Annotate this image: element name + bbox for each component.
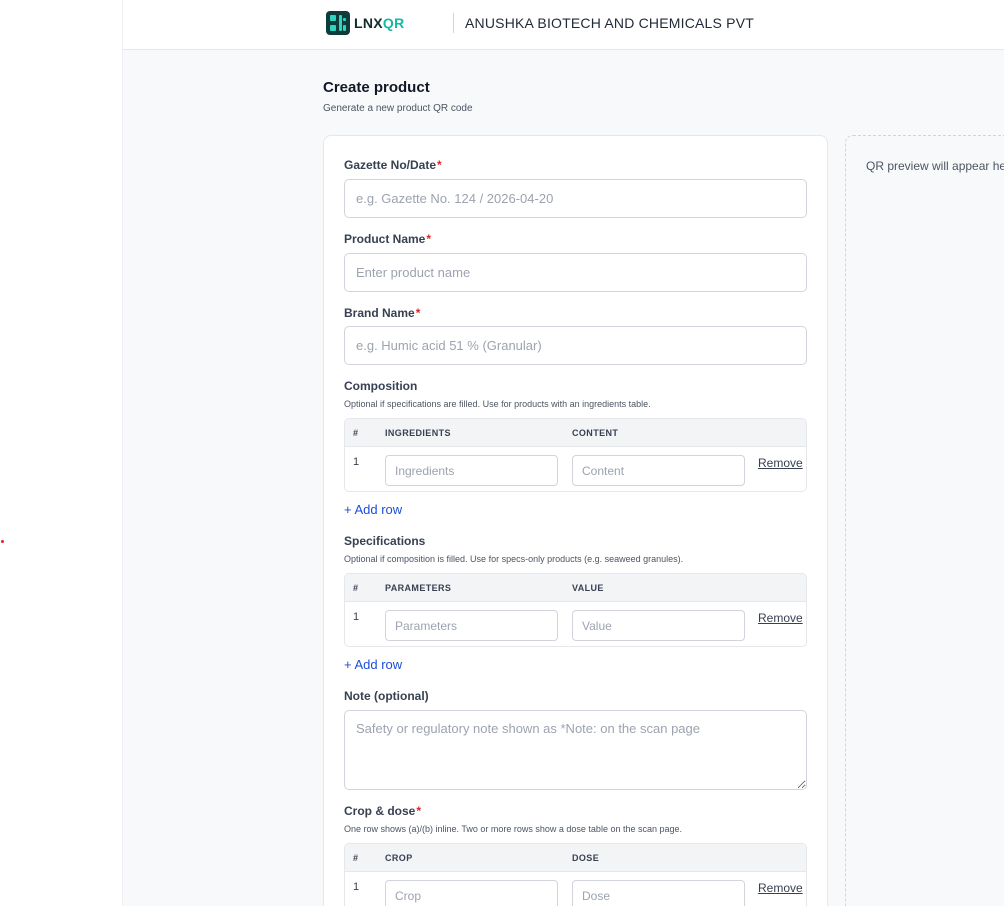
value-input[interactable] <box>572 610 745 641</box>
content-input[interactable] <box>572 455 745 486</box>
product-name-input[interactable] <box>344 253 807 292</box>
top-bar: LNXQR ANUSHKA BIOTECH AND CHEMICALS PVT <box>123 0 1004 50</box>
specifications-table: # PARAMETERS VALUE 1 Remove <box>344 573 807 647</box>
table-header: # INGREDIENTS CONTENT <box>345 419 806 447</box>
parameters-input[interactable] <box>385 610 558 641</box>
add-specification-row-button[interactable]: + Add row <box>344 657 402 672</box>
topbar-divider <box>453 13 454 33</box>
note-textarea[interactable] <box>344 710 807 790</box>
col-num-header: # <box>353 428 359 438</box>
col-ingredients-header: INGREDIENTS <box>385 428 451 438</box>
col-value-header: VALUE <box>572 583 604 593</box>
page-subtitle: Generate a new product QR code <box>323 103 473 114</box>
composition-label: Composition <box>344 379 418 393</box>
table-header: # CROP DOSE <box>345 844 806 872</box>
crop-dose-table: # CROP DOSE 1 Remove <box>344 843 807 906</box>
gazette-input[interactable] <box>344 179 807 218</box>
add-composition-row-button[interactable]: + Add row <box>344 502 402 517</box>
qr-preview-panel: QR preview will appear here <box>845 135 1004 906</box>
crop-dose-hint: One row shows (a)/(b) inline. Two or mor… <box>344 824 683 834</box>
brand-name-label: Brand Name* <box>344 306 421 320</box>
remove-row-button[interactable]: Remove <box>758 611 803 625</box>
crop-dose-label: Crop & dose* <box>344 804 422 818</box>
remove-row-button[interactable]: Remove <box>758 881 803 895</box>
composition-table: # INGREDIENTS CONTENT 1 Remove <box>344 418 807 492</box>
row-number: 1 <box>353 611 360 623</box>
remove-row-button[interactable]: Remove <box>758 456 803 470</box>
product-name-label: Product Name* <box>344 232 432 246</box>
table-row: 1 Remove <box>345 602 806 646</box>
composition-hint: Optional if specifications are filled. U… <box>344 399 651 409</box>
ingredients-input[interactable] <box>385 455 558 486</box>
brand-name-input[interactable] <box>344 326 807 365</box>
specifications-hint: Optional if composition is filled. Use f… <box>344 554 684 564</box>
crop-input[interactable] <box>385 880 558 906</box>
col-num-header: # <box>353 853 359 863</box>
page-title: Create product <box>323 79 430 96</box>
table-header: # PARAMETERS VALUE <box>345 574 806 602</box>
company-name: ANUSHKA BIOTECH AND CHEMICALS PVT <box>465 15 754 31</box>
logo-text: LNXQR <box>354 15 405 31</box>
row-number: 1 <box>353 881 360 893</box>
col-dose-header: DOSE <box>572 853 600 863</box>
create-product-form: Gazette No/Date* Product Name* Brand Nam… <box>323 135 828 906</box>
specifications-label: Specifications <box>344 534 426 548</box>
col-content-header: CONTENT <box>572 428 619 438</box>
gazette-label: Gazette No/Date* <box>344 158 442 172</box>
logo[interactable]: LNXQR <box>326 11 405 35</box>
table-row: 1 Remove <box>345 447 806 491</box>
col-num-header: # <box>353 583 359 593</box>
table-row: 1 Remove <box>345 872 806 906</box>
app-main: LNXQR ANUSHKA BIOTECH AND CHEMICALS PVT … <box>122 0 1004 906</box>
qr-logo-icon <box>326 11 350 35</box>
qr-preview-placeholder: QR preview will appear here <box>866 159 1004 173</box>
note-label: Note (optional) <box>344 689 429 703</box>
indicator-dot <box>1 540 4 543</box>
col-parameters-header: PARAMETERS <box>385 583 452 593</box>
left-gutter <box>0 0 122 906</box>
row-number: 1 <box>353 456 360 468</box>
col-crop-header: CROP <box>385 853 413 863</box>
dose-input[interactable] <box>572 880 745 906</box>
